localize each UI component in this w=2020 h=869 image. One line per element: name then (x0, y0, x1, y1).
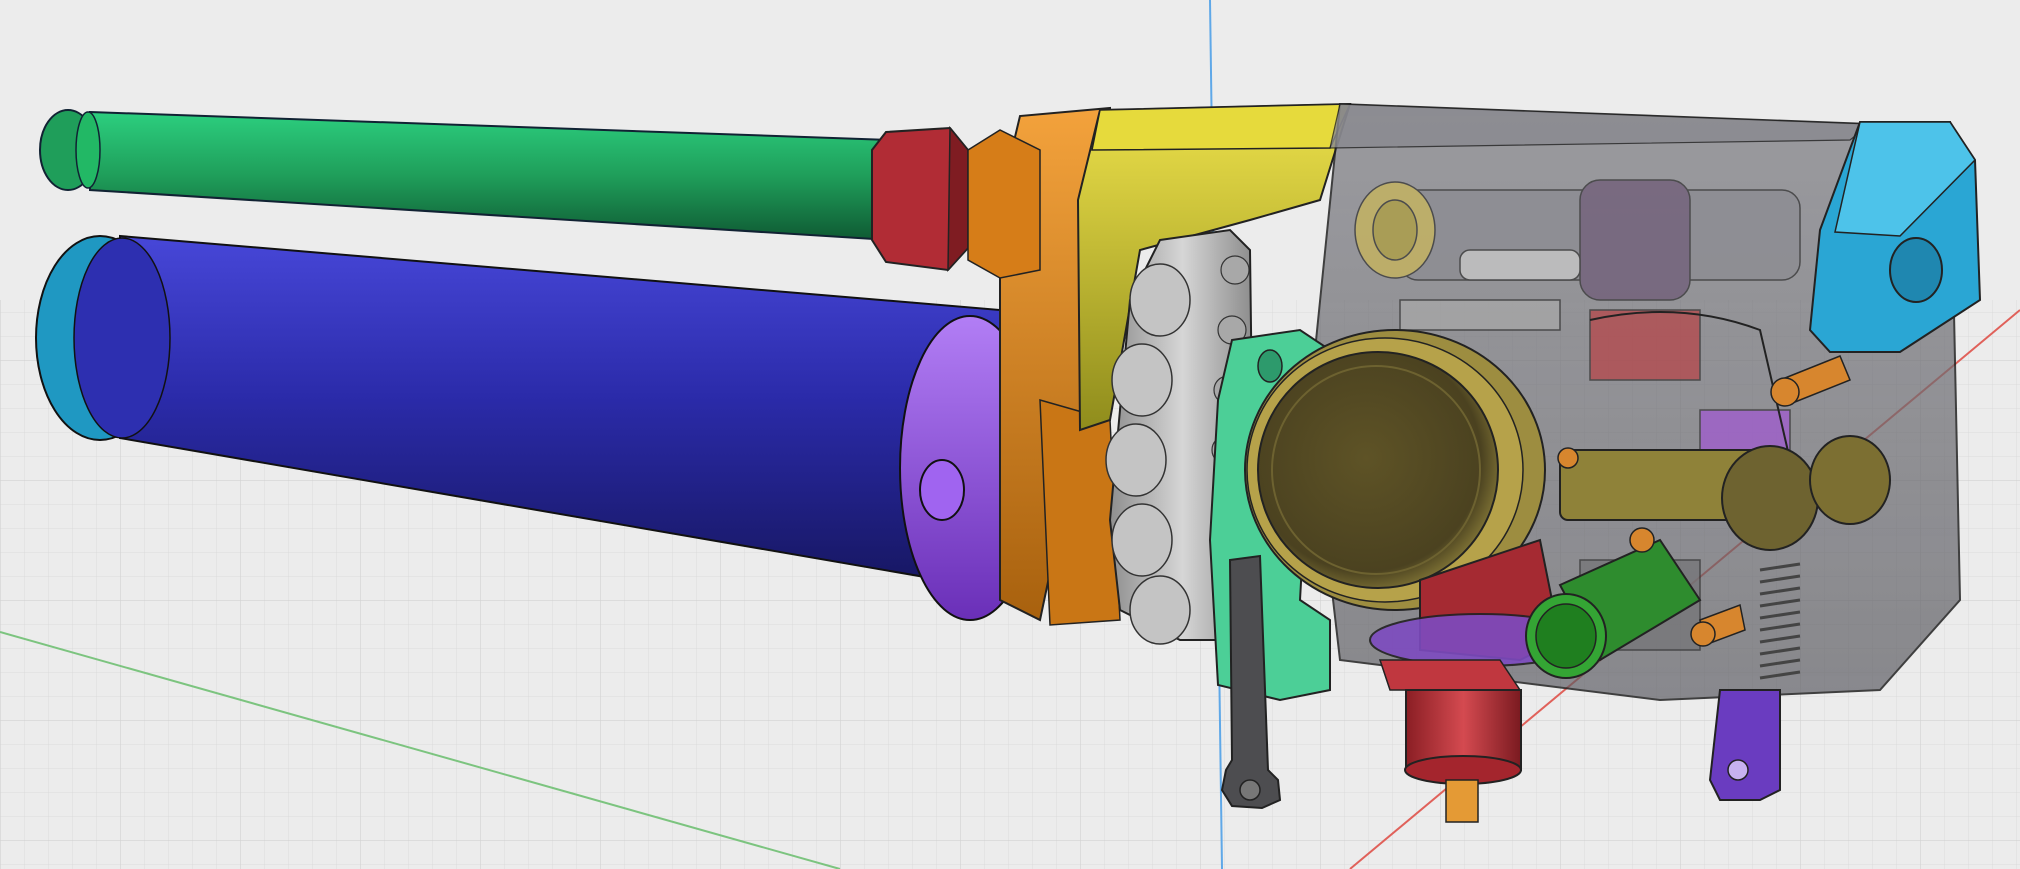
purple-tab-part[interactable] (1708, 689, 1781, 801)
valve-pin (1445, 779, 1479, 823)
collar-hole (919, 459, 965, 521)
viewport-canvas[interactable] (0, 0, 2020, 869)
corner-hole (1889, 237, 1943, 303)
red-nut-part[interactable] (871, 125, 969, 272)
cad-viewport[interactable] (0, 0, 2020, 869)
